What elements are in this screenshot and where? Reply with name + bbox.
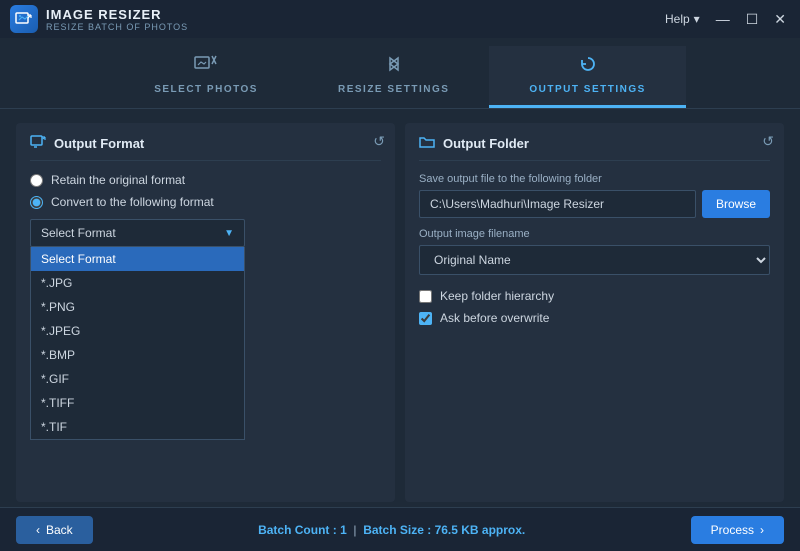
output-folder-panel: Output Folder ↺ Save output file to the … xyxy=(405,123,784,502)
select-photos-label: SELECT PHOTOS xyxy=(154,84,258,95)
back-label: Back xyxy=(46,523,73,537)
output-format-icon xyxy=(30,135,46,152)
format-option-gif[interactable]: *.GIF xyxy=(31,367,244,391)
dropdown-arrow-icon: ▼ xyxy=(224,228,234,239)
output-format-title: Output Format xyxy=(30,135,381,161)
format-radio-group: Retain the original format Convert to th… xyxy=(30,173,381,209)
batch-count-value: 1 xyxy=(340,523,347,537)
app-subtitle: RESIZE BATCH OF PHOTOS xyxy=(46,22,188,32)
convert-format-option[interactable]: Convert to the following format xyxy=(30,195,381,209)
batch-size-label: Batch Size : xyxy=(363,523,431,537)
bottom-bar: ‹ Back Batch Count : 1 | Batch Size : 76… xyxy=(0,507,800,551)
back-arrow-icon: ‹ xyxy=(36,523,40,537)
retain-format-label: Retain the original format xyxy=(51,173,185,187)
resize-settings-label: RESIZE SETTINGS xyxy=(338,84,449,95)
filename-dropdown[interactable]: Original Name Custom Name Date-Time xyxy=(419,245,770,275)
convert-format-radio[interactable] xyxy=(30,196,43,209)
reset-folder-button[interactable]: ↺ xyxy=(762,133,774,150)
ask-overwrite-label: Ask before overwrite xyxy=(440,311,549,325)
window-controls: — ☐ ✕ xyxy=(712,10,790,28)
output-folder-title: Output Folder xyxy=(419,135,770,161)
process-label: Process xyxy=(711,523,754,537)
step-resize-settings[interactable]: RESIZE SETTINGS xyxy=(298,46,489,108)
output-format-title-text: Output Format xyxy=(54,136,144,151)
main-content: Output Format ↺ Retain the original form… xyxy=(0,109,800,516)
step-navigation: SELECT PHOTOS RESIZE SETTINGS OUTPUT SET… xyxy=(0,38,800,109)
ask-overwrite-option[interactable]: Ask before overwrite xyxy=(419,311,770,325)
browse-button[interactable]: Browse xyxy=(702,190,770,218)
retain-format-radio[interactable] xyxy=(30,174,43,187)
format-dropdown-value: Select Format xyxy=(41,226,116,240)
format-dropdown[interactable]: Select Format ▼ xyxy=(30,219,245,247)
process-arrow-icon: › xyxy=(760,523,764,537)
app-title: IMAGE RESIZER xyxy=(46,7,188,22)
ask-overwrite-checkbox[interactable] xyxy=(419,312,432,325)
output-folder-title-text: Output Folder xyxy=(443,136,529,151)
format-option-jpg[interactable]: *.JPG xyxy=(31,271,244,295)
batch-info: Batch Count : 1 | Batch Size : 76.5 KB a… xyxy=(258,523,525,537)
format-dropdown-list: Select Format *.JPG *.PNG *.JPEG *.BMP *… xyxy=(30,247,245,440)
output-folder-icon xyxy=(419,135,435,152)
keep-hierarchy-checkbox[interactable] xyxy=(419,290,432,303)
output-settings-label: OUTPUT SETTINGS xyxy=(529,84,645,95)
batch-count-label: Batch Count : xyxy=(258,523,337,537)
step-select-photos[interactable]: SELECT PHOTOS xyxy=(114,46,298,108)
folder-input-group: Browse xyxy=(419,190,770,218)
reset-format-button[interactable]: ↺ xyxy=(373,133,385,150)
output-format-panel: Output Format ↺ Retain the original form… xyxy=(16,123,395,502)
convert-format-label: Convert to the following format xyxy=(51,195,214,209)
format-option-tif[interactable]: *.TIF xyxy=(31,415,244,439)
format-option-jpeg[interactable]: *.JPEG xyxy=(31,319,244,343)
back-button[interactable]: ‹ Back xyxy=(16,516,93,544)
title-bar-left: IMAGE RESIZER RESIZE BATCH OF PHOTOS xyxy=(10,5,188,33)
folder-options-group: Keep folder hierarchy Ask before overwri… xyxy=(419,289,770,325)
maximize-button[interactable]: ☐ xyxy=(742,10,763,28)
keep-hierarchy-option[interactable]: Keep folder hierarchy xyxy=(419,289,770,303)
step-output-settings[interactable]: OUTPUT SETTINGS xyxy=(489,46,685,108)
help-button[interactable]: Help ▾ xyxy=(665,12,700,26)
format-dropdown-container: Select Format ▼ Select Format *.JPG *.PN… xyxy=(30,219,381,247)
app-icon xyxy=(10,5,38,33)
resize-settings-icon xyxy=(382,54,406,80)
batch-size-value: 76.5 KB approx. xyxy=(435,523,526,537)
app-title-group: IMAGE RESIZER RESIZE BATCH OF PHOTOS xyxy=(46,7,188,32)
minimize-button[interactable]: — xyxy=(712,10,734,28)
format-option-select[interactable]: Select Format xyxy=(31,247,244,271)
close-button[interactable]: ✕ xyxy=(770,10,790,28)
output-settings-icon xyxy=(576,54,600,80)
process-button[interactable]: Process › xyxy=(691,516,784,544)
title-bar-right: Help ▾ — ☐ ✕ xyxy=(665,10,790,28)
select-photos-icon xyxy=(194,54,218,80)
format-option-tiff[interactable]: *.TIFF xyxy=(31,391,244,415)
folder-field-label: Save output file to the following folder xyxy=(419,173,770,185)
title-bar: IMAGE RESIZER RESIZE BATCH OF PHOTOS Hel… xyxy=(0,0,800,38)
folder-path-input[interactable] xyxy=(419,190,696,218)
format-option-bmp[interactable]: *.BMP xyxy=(31,343,244,367)
format-option-png[interactable]: *.PNG xyxy=(31,295,244,319)
keep-hierarchy-label: Keep folder hierarchy xyxy=(440,289,554,303)
retain-format-option[interactable]: Retain the original format xyxy=(30,173,381,187)
filename-field-label: Output image filename xyxy=(419,228,770,240)
